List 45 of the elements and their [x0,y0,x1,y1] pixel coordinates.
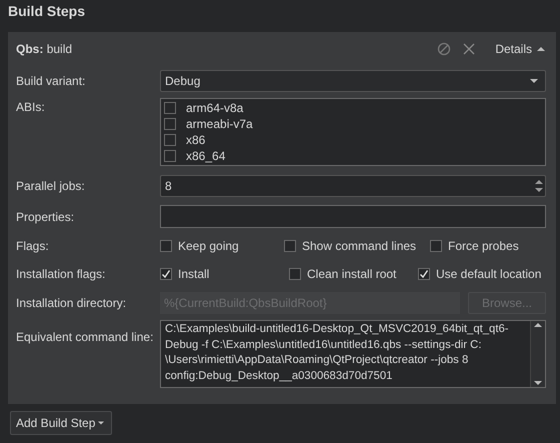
checkbox-label[interactable]: Show command lines [302,239,416,253]
build-variant-dropdown[interactable]: Debug [160,70,546,92]
checkbox[interactable] [164,118,176,130]
checkbox[interactable] [160,268,172,280]
close-icon[interactable] [463,43,476,55]
command-line-text: C:\Examples\build-untitled16-Desktop_Qt_MSVC2019_64bit_qt_qt6- Debug -f C:\Examples\untitled16\untitled16.qbs --settings-dir C: \Users\rimietti\AppData\Roaming\QtProject\qtcreator --jobs 8 config:Debug_Desktop__a0300683d70d7501 [164,322,510,384]
field-label: Build variant: [16,74,86,88]
checkbox[interactable] [284,240,296,252]
checkbox-label[interactable]: Clean install root [307,267,396,281]
checkbox[interactable] [164,134,176,146]
step-title: Qbs: build [16,42,74,56]
field-label: Installation directory: [16,296,128,310]
disable-icon[interactable] [437,42,452,56]
field-label: Parallel jobs: [16,179,86,193]
field-label: Installation flags: [16,267,106,281]
caret-up-icon [534,323,542,327]
caret-down-icon [534,381,542,385]
field-label: Properties: [16,210,76,224]
checkbox-label[interactable]: Keep going [178,239,239,253]
abi-item[interactable]: x86_64 [186,149,226,163]
checkbox[interactable] [418,268,430,280]
checkbox[interactable] [160,240,172,252]
spin-arrows-icon[interactable] [535,180,543,192]
checkbox[interactable] [430,240,442,252]
caret-up-icon [537,47,545,51]
add-build-step-button[interactable]: Add Build Step [10,411,112,435]
checkbox-label[interactable]: Force probes [448,239,519,253]
field-label: ABIs: [16,100,46,114]
section-title: Build Steps [7,2,86,21]
caret-down-icon [98,422,104,424]
caret-down-icon [530,79,538,83]
checkbox-label[interactable]: Install [178,267,210,281]
abi-item[interactable]: x86 [186,133,206,147]
parallel-jobs-spinbox[interactable]: 8 [160,175,546,197]
checkbox[interactable] [289,268,301,280]
field-label: Equivalent command line: [16,330,154,344]
abi-item[interactable]: armeabi-v7a [186,117,253,131]
abi-item[interactable]: arm64-v8a [186,101,244,115]
properties-field[interactable] [160,205,546,228]
checkbox-label[interactable]: Use default location [436,267,542,281]
scrollbar[interactable] [530,321,545,387]
checkbox[interactable] [164,150,176,162]
checkbox[interactable] [164,102,176,114]
details-toggle[interactable]: Details [495,42,546,56]
field-label: Flags: [16,239,50,253]
